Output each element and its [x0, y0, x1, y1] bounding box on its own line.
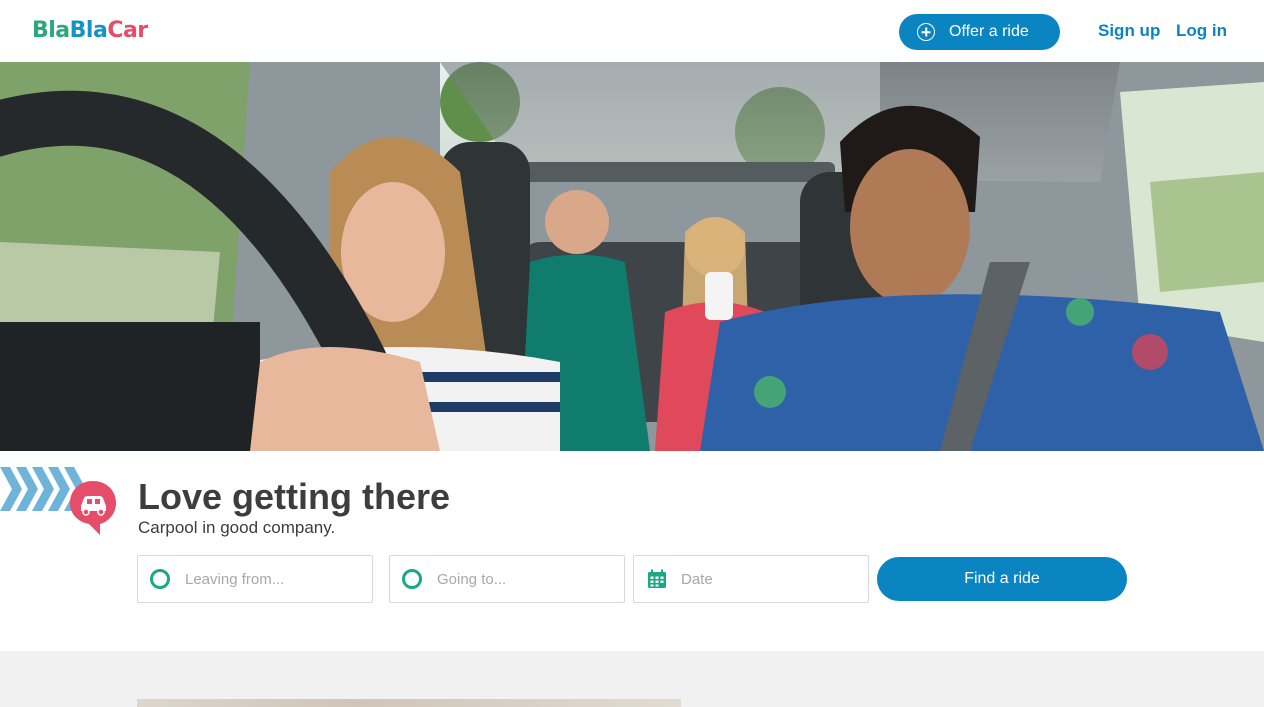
hero-image: [0, 62, 1264, 451]
blablacar-logo[interactable]: BlaBlaCar: [32, 17, 148, 45]
leaving-from-field[interactable]: [137, 555, 373, 603]
calendar-icon: [648, 569, 666, 588]
logo-part-1: Bla: [32, 18, 70, 43]
offer-a-ride-label: Offer a ride: [949, 23, 1029, 40]
offer-a-ride-button[interactable]: Offer a ride: [899, 14, 1060, 50]
going-to-field[interactable]: [389, 555, 625, 603]
date-input[interactable]: [681, 556, 868, 602]
page-title: Love getting there: [138, 476, 451, 517]
find-a-ride-button[interactable]: Find a ride: [877, 557, 1127, 601]
page-subtitle: Carpool in good company.: [138, 518, 336, 537]
top-navbar: BlaBlaCar Offer a ride Sign up Log in: [0, 0, 1264, 62]
origin-ring-icon: [150, 569, 170, 589]
section-image-peek: [137, 699, 681, 707]
leaving-from-input[interactable]: [185, 556, 372, 602]
log-in-link[interactable]: Log in: [1176, 21, 1227, 41]
sign-up-link[interactable]: Sign up: [1098, 21, 1160, 41]
going-to-input[interactable]: [437, 556, 624, 602]
destination-ring-icon: [402, 569, 422, 589]
logo-part-2: Bla: [69, 18, 108, 43]
date-field[interactable]: [633, 555, 869, 603]
logo-part-3: Car: [107, 18, 148, 43]
hero-illustration: [0, 62, 1264, 451]
next-section-band: [0, 651, 1264, 707]
plus-circle-icon: [917, 23, 935, 41]
car-speech-bubble-icon: [70, 481, 116, 535]
